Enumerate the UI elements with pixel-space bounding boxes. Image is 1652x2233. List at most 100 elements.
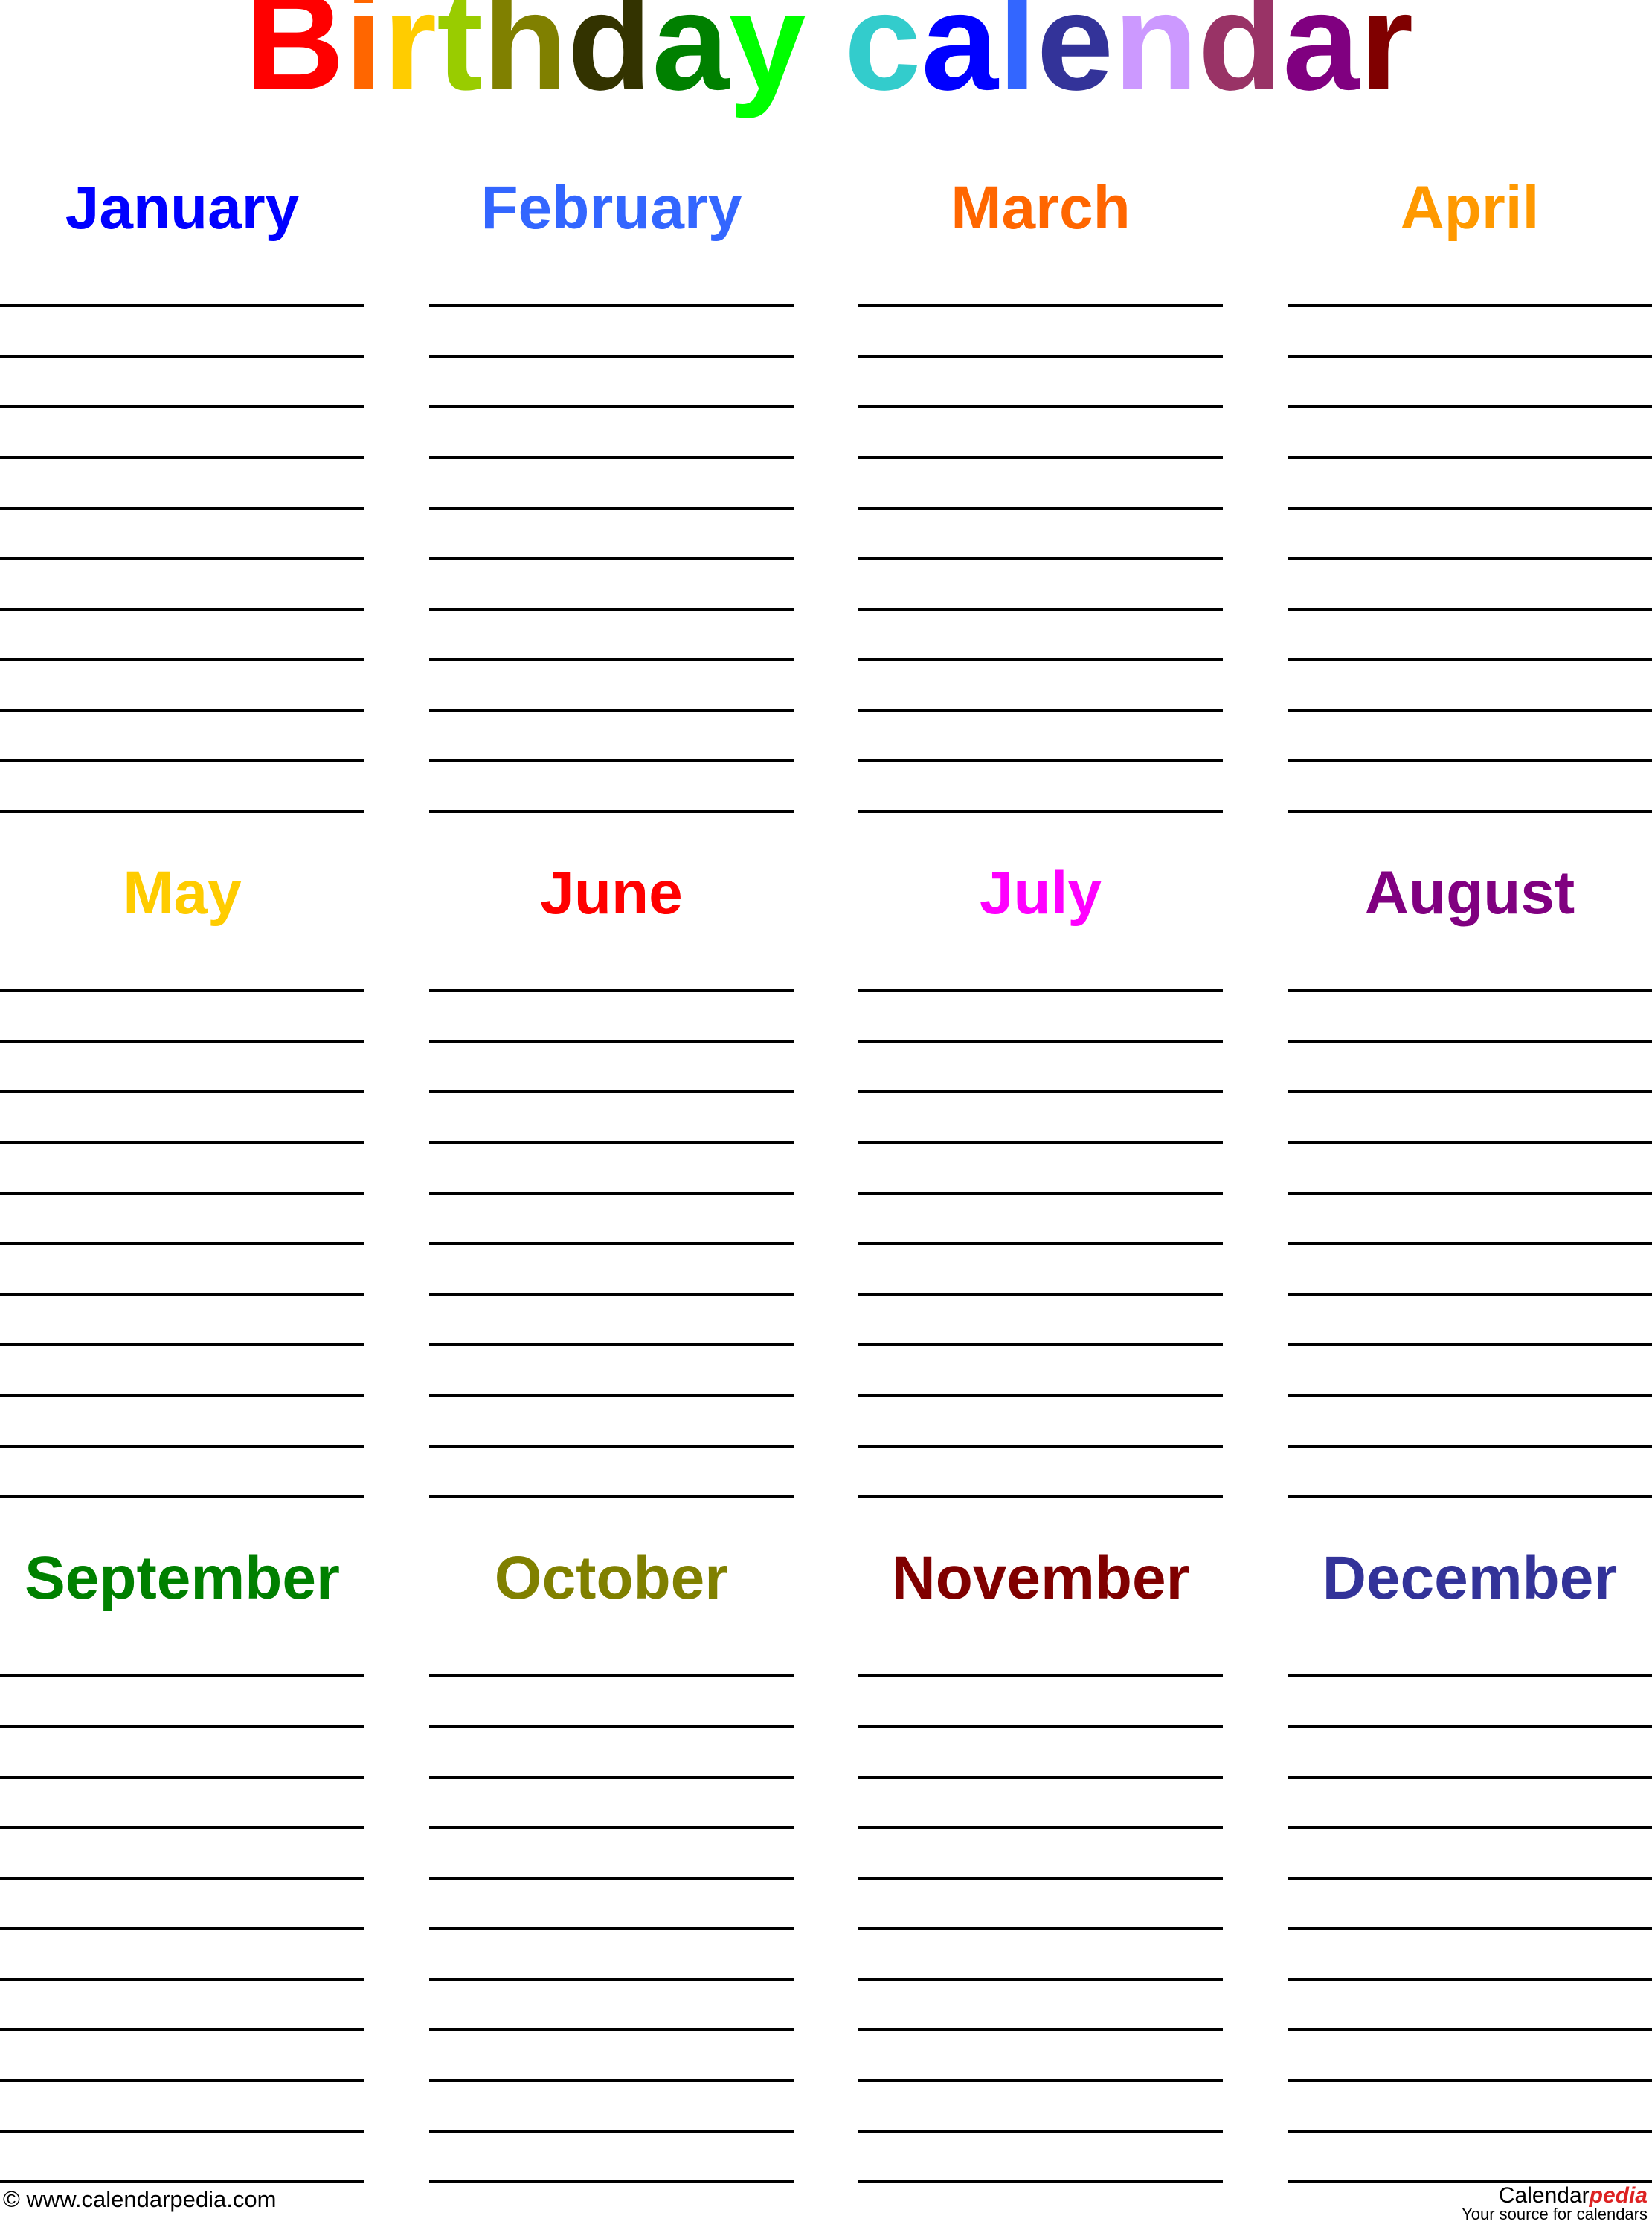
entry-line[interactable] [858,759,1223,762]
entry-line[interactable] [858,1192,1223,1195]
entry-line[interactable] [858,608,1223,611]
entry-line[interactable] [858,1978,1223,1981]
entry-line[interactable] [0,1978,364,1981]
entry-line[interactable] [1288,2130,1652,2133]
entry-line[interactable] [1288,1674,1652,1677]
entry-line[interactable] [0,1394,364,1397]
entry-line[interactable] [858,1674,1223,1677]
entry-line[interactable] [1288,507,1652,510]
entry-line[interactable] [858,658,1223,661]
entry-line[interactable] [858,1495,1223,1498]
entry-line[interactable] [0,608,364,611]
entry-line[interactable] [429,557,794,560]
entry-line[interactable] [0,507,364,510]
entry-line[interactable] [429,1674,794,1677]
entry-line[interactable] [1288,989,1652,992]
entry-line[interactable] [858,2130,1223,2133]
entry-line[interactable] [429,1776,794,1779]
entry-line[interactable] [858,304,1223,307]
entry-line[interactable] [0,1293,364,1296]
entry-line[interactable] [429,355,794,358]
entry-line[interactable] [0,1927,364,1930]
entry-line[interactable] [0,1090,364,1093]
entry-line[interactable] [1288,1725,1652,1728]
entry-line[interactable] [0,2079,364,2082]
entry-line[interactable] [429,456,794,459]
entry-line[interactable] [858,456,1223,459]
entry-line[interactable] [429,507,794,510]
entry-line[interactable] [429,1343,794,1346]
entry-line[interactable] [1288,1495,1652,1498]
entry-line[interactable] [429,1978,794,1981]
entry-line[interactable] [0,709,364,712]
entry-line[interactable] [0,1674,364,1677]
brand-logo[interactable]: Calendarpedia Your source for calendars [1462,2184,1648,2223]
entry-line[interactable] [429,1445,794,1448]
entry-line[interactable] [1288,608,1652,611]
entry-line[interactable] [429,2180,794,2183]
entry-line[interactable] [858,2028,1223,2031]
entry-line[interactable] [429,1826,794,1829]
entry-line[interactable] [0,456,364,459]
entry-line[interactable] [1288,1343,1652,1346]
entry-line[interactable] [858,1776,1223,1779]
entry-line[interactable] [1288,1040,1652,1043]
entry-line[interactable] [1288,1394,1652,1397]
entry-line[interactable] [0,1495,364,1498]
entry-line[interactable] [1288,1877,1652,1880]
entry-line[interactable] [429,1192,794,1195]
entry-line[interactable] [429,1242,794,1245]
entry-line[interactable] [858,709,1223,712]
entry-line[interactable] [429,810,794,813]
entry-line[interactable] [1288,709,1652,712]
entry-line[interactable] [1288,355,1652,358]
entry-line[interactable] [429,2028,794,2031]
entry-line[interactable] [858,1877,1223,1880]
entry-line[interactable] [429,1927,794,1930]
entry-line[interactable] [1288,1242,1652,1245]
entry-line[interactable] [0,1040,364,1043]
entry-line[interactable] [858,1394,1223,1397]
entry-line[interactable] [1288,1192,1652,1195]
entry-line[interactable] [429,405,794,408]
entry-line[interactable] [0,1242,364,1245]
entry-line[interactable] [1288,810,1652,813]
entry-line[interactable] [0,658,364,661]
entry-line[interactable] [1288,1445,1652,1448]
entry-line[interactable] [429,989,794,992]
entry-line[interactable] [429,1141,794,1144]
entry-line[interactable] [429,759,794,762]
entry-line[interactable] [1288,1090,1652,1093]
entry-line[interactable] [858,1141,1223,1144]
entry-line[interactable] [429,1293,794,1296]
entry-line[interactable] [0,2130,364,2133]
entry-line[interactable] [858,1445,1223,1448]
entry-line[interactable] [858,1090,1223,1093]
entry-line[interactable] [858,405,1223,408]
entry-line[interactable] [429,1090,794,1093]
entry-line[interactable] [858,810,1223,813]
entry-line[interactable] [0,1826,364,1829]
entry-line[interactable] [429,304,794,307]
entry-line[interactable] [0,1725,364,1728]
entry-line[interactable] [1288,557,1652,560]
entry-line[interactable] [858,2180,1223,2183]
copyright-link[interactable]: © www.calendarpedia.com [3,2187,276,2212]
entry-line[interactable] [0,557,364,560]
entry-line[interactable] [0,1776,364,1779]
entry-line[interactable] [429,658,794,661]
entry-line[interactable] [429,1725,794,1728]
entry-line[interactable] [1288,304,1652,307]
entry-line[interactable] [858,1040,1223,1043]
entry-line[interactable] [1288,1141,1652,1144]
entry-line[interactable] [429,2079,794,2082]
entry-line[interactable] [1288,456,1652,459]
entry-line[interactable] [0,2028,364,2031]
entry-line[interactable] [429,1877,794,1880]
entry-line[interactable] [1288,1826,1652,1829]
entry-line[interactable] [0,1192,364,1195]
entry-line[interactable] [858,989,1223,992]
entry-line[interactable] [429,709,794,712]
entry-line[interactable] [858,355,1223,358]
entry-line[interactable] [429,1040,794,1043]
